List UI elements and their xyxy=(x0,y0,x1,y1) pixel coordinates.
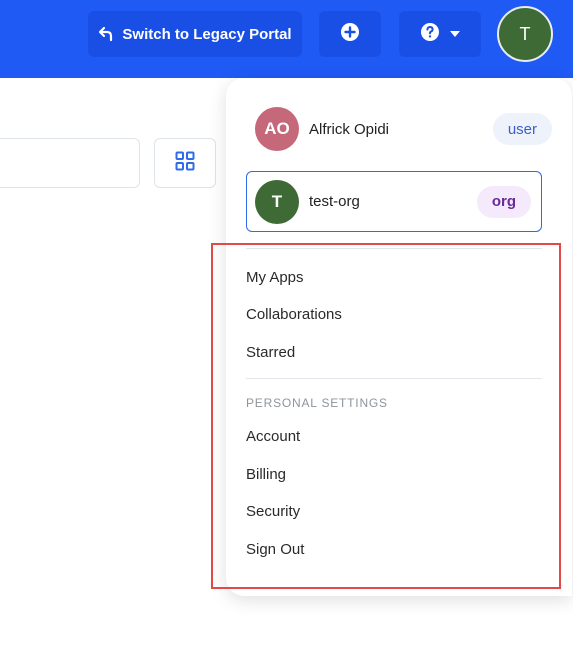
user-profile-row[interactable]: AO Alfrick Opidi user xyxy=(226,98,572,160)
org-badge: org xyxy=(476,185,531,218)
create-button[interactable] xyxy=(319,11,381,57)
plus-circle-icon xyxy=(340,22,360,47)
search-input[interactable] xyxy=(0,138,140,188)
org-profile-row[interactable]: T test-org org xyxy=(246,171,542,232)
user-avatar: AO xyxy=(255,107,299,151)
org-name: test-org xyxy=(309,193,360,210)
user-name: Alfrick Opidi xyxy=(309,120,390,138)
help-menu-button[interactable] xyxy=(399,11,481,57)
switch-legacy-portal-label: Switch to Legacy Portal xyxy=(122,25,292,43)
page: Switch to Legacy Portal T AO Alfrick Opi… xyxy=(0,0,573,645)
top-bar: Switch to Legacy Portal T xyxy=(0,0,573,78)
chevron-down-icon xyxy=(450,31,460,37)
grid-view-button[interactable] xyxy=(154,138,216,188)
switch-legacy-portal-button[interactable]: Switch to Legacy Portal xyxy=(88,11,302,57)
grid-icon xyxy=(175,151,195,176)
user-avatar-button[interactable]: T xyxy=(497,6,553,62)
org-avatar: T xyxy=(255,179,299,224)
undo-arrow-icon xyxy=(98,26,114,42)
highlight-box xyxy=(211,243,561,589)
question-circle-icon xyxy=(420,22,440,47)
user-badge: user xyxy=(492,113,552,145)
